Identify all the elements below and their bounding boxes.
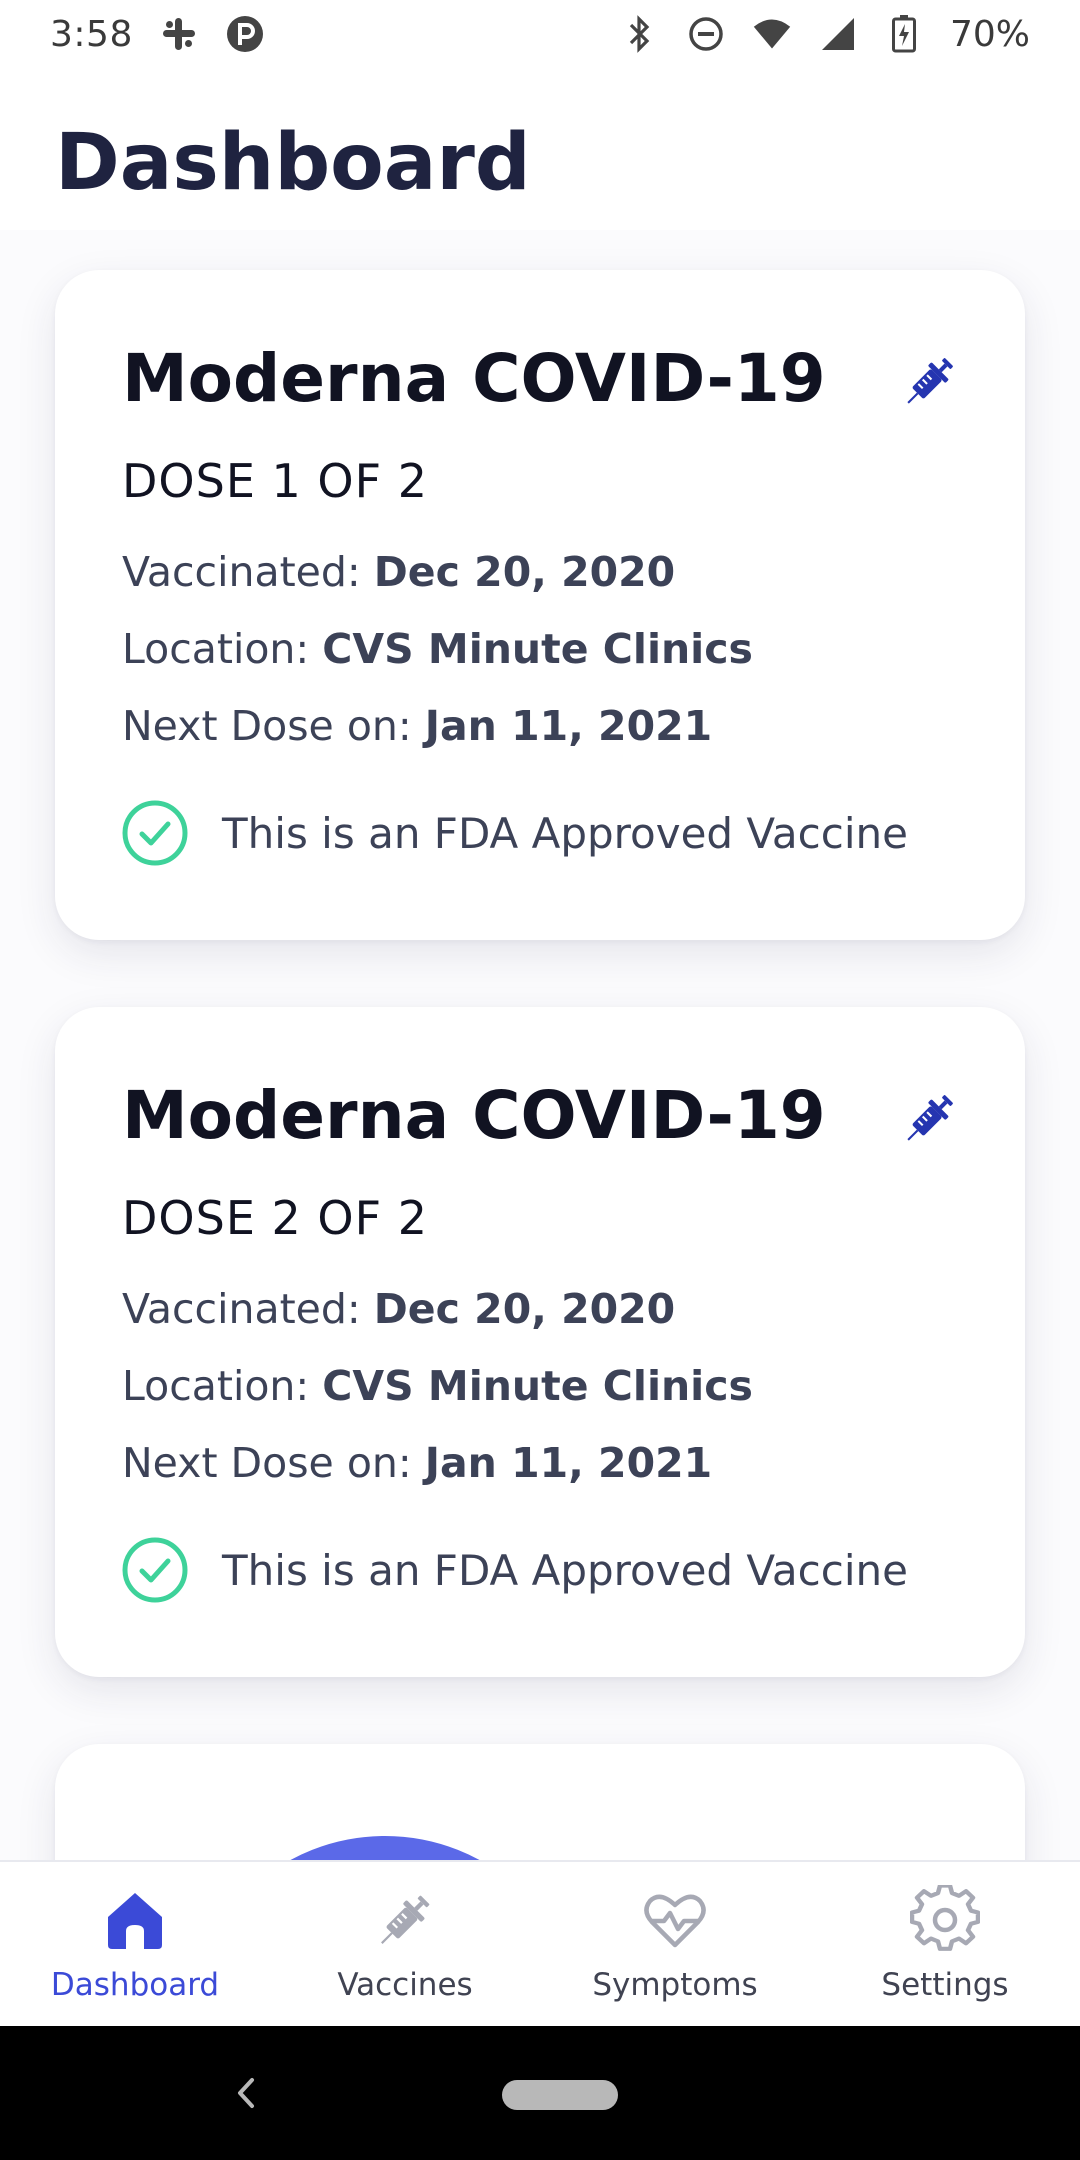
app-screen: 3:58 70% Dashboard Moderna COVID-19 DOSE… bbox=[0, 0, 1080, 2160]
next-dose-label: Next Dose on: bbox=[122, 702, 425, 750]
system-nav-bar bbox=[0, 2026, 1080, 2160]
check-circle-icon bbox=[122, 1537, 188, 1603]
next-dose-line: Next Dose on: Jan 11, 2021 bbox=[122, 702, 712, 750]
next-dose-date: Jan 11, 2021 bbox=[424, 702, 713, 750]
syringe-icon bbox=[907, 358, 953, 404]
status-right: 70% bbox=[620, 14, 1030, 55]
dose-label: DOSE 2 OF 2 bbox=[122, 1191, 428, 1245]
progress-card[interactable] bbox=[55, 1744, 1025, 1860]
dashboard-list[interactable]: Moderna COVID-19 DOSE 1 OF 2 Vaccinated: bbox=[0, 230, 1080, 1860]
status-time: 3:58 bbox=[50, 13, 133, 55]
bottom-nav: Dashboard Vaccines Symptoms Settings bbox=[0, 1860, 1080, 2026]
fda-approved-text: This is an FDA Approved Vaccine bbox=[222, 808, 908, 858]
fda-approved-text: This is an FDA Approved Vaccine bbox=[222, 1545, 908, 1595]
nav-symptoms-label: Symptoms bbox=[592, 1967, 758, 2003]
vaccinated-date: Dec 20, 2020 bbox=[373, 1285, 676, 1333]
next-dose-label: Next Dose on: bbox=[122, 1439, 425, 1487]
syringe-icon bbox=[381, 1895, 430, 1944]
wifi-icon bbox=[752, 14, 792, 54]
location-line: Location: CVS Minute Clinics bbox=[122, 1362, 753, 1410]
vaccine-card[interactable]: Moderna COVID-19 DOSE 1 OF 2 Vaccinated: bbox=[55, 270, 1025, 940]
vaccine-title: Moderna COVID-19 bbox=[122, 1077, 826, 1154]
battery-percent: 70% bbox=[949, 13, 1030, 55]
signal-icon bbox=[818, 14, 858, 54]
location-value: CVS Minute Clinics bbox=[322, 1362, 753, 1410]
progress-ring bbox=[290, 1836, 480, 1860]
home-icon bbox=[108, 1893, 162, 1949]
nav-dashboard[interactable]: Dashboard bbox=[10, 1885, 260, 2003]
next-dose-line: Next Dose on: Jan 11, 2021 bbox=[122, 1439, 712, 1487]
location-value: CVS Minute Clinics bbox=[322, 625, 753, 673]
vaccinated-date: Dec 20, 2020 bbox=[373, 548, 676, 596]
vaccine-card[interactable]: Moderna COVID-19 DOSE 2 OF 2 Vaccinated: bbox=[55, 1007, 1025, 1677]
nav-vaccines[interactable]: Vaccines bbox=[280, 1885, 530, 2003]
vaccinated-label: Vaccinated: bbox=[122, 548, 374, 596]
vaccinated-line: Vaccinated: Dec 20, 2020 bbox=[122, 1285, 675, 1333]
battery-icon bbox=[884, 14, 924, 54]
vaccinated-line: Vaccinated: Dec 20, 2020 bbox=[122, 548, 675, 596]
fda-approved-row: This is an FDA Approved Vaccine bbox=[122, 800, 908, 866]
dnd-icon bbox=[686, 14, 726, 54]
nav-settings-label: Settings bbox=[881, 1967, 1009, 2003]
check-circle-icon bbox=[122, 800, 188, 866]
location-label: Location: bbox=[122, 1362, 323, 1410]
location-label: Location: bbox=[122, 625, 323, 673]
heart-pulse-icon bbox=[644, 1894, 706, 1948]
bluetooth-icon bbox=[620, 14, 660, 54]
page-title: Dashboard bbox=[55, 118, 531, 208]
location-line: Location: CVS Minute Clinics bbox=[122, 625, 753, 673]
nav-settings[interactable]: Settings bbox=[820, 1885, 1070, 2003]
app-icon bbox=[225, 14, 265, 54]
status-left: 3:58 bbox=[50, 14, 265, 55]
slack-icon bbox=[159, 14, 199, 54]
next-dose-date: Jan 11, 2021 bbox=[424, 1439, 713, 1487]
dose-label: DOSE 1 OF 2 bbox=[122, 454, 428, 508]
syringe-icon bbox=[907, 1095, 953, 1141]
status-bar: 3:58 70% bbox=[0, 0, 1080, 68]
home-pill[interactable] bbox=[502, 2080, 618, 2110]
back-icon[interactable] bbox=[222, 2068, 272, 2118]
gear-icon bbox=[910, 1885, 980, 1951]
fda-approved-row: This is an FDA Approved Vaccine bbox=[122, 1537, 908, 1603]
vaccinated-label: Vaccinated: bbox=[122, 1285, 374, 1333]
nav-symptoms[interactable]: Symptoms bbox=[550, 1885, 800, 2003]
nav-vaccines-label: Vaccines bbox=[337, 1967, 473, 2003]
vaccine-title: Moderna COVID-19 bbox=[122, 340, 826, 417]
nav-dashboard-label: Dashboard bbox=[50, 1967, 220, 2003]
